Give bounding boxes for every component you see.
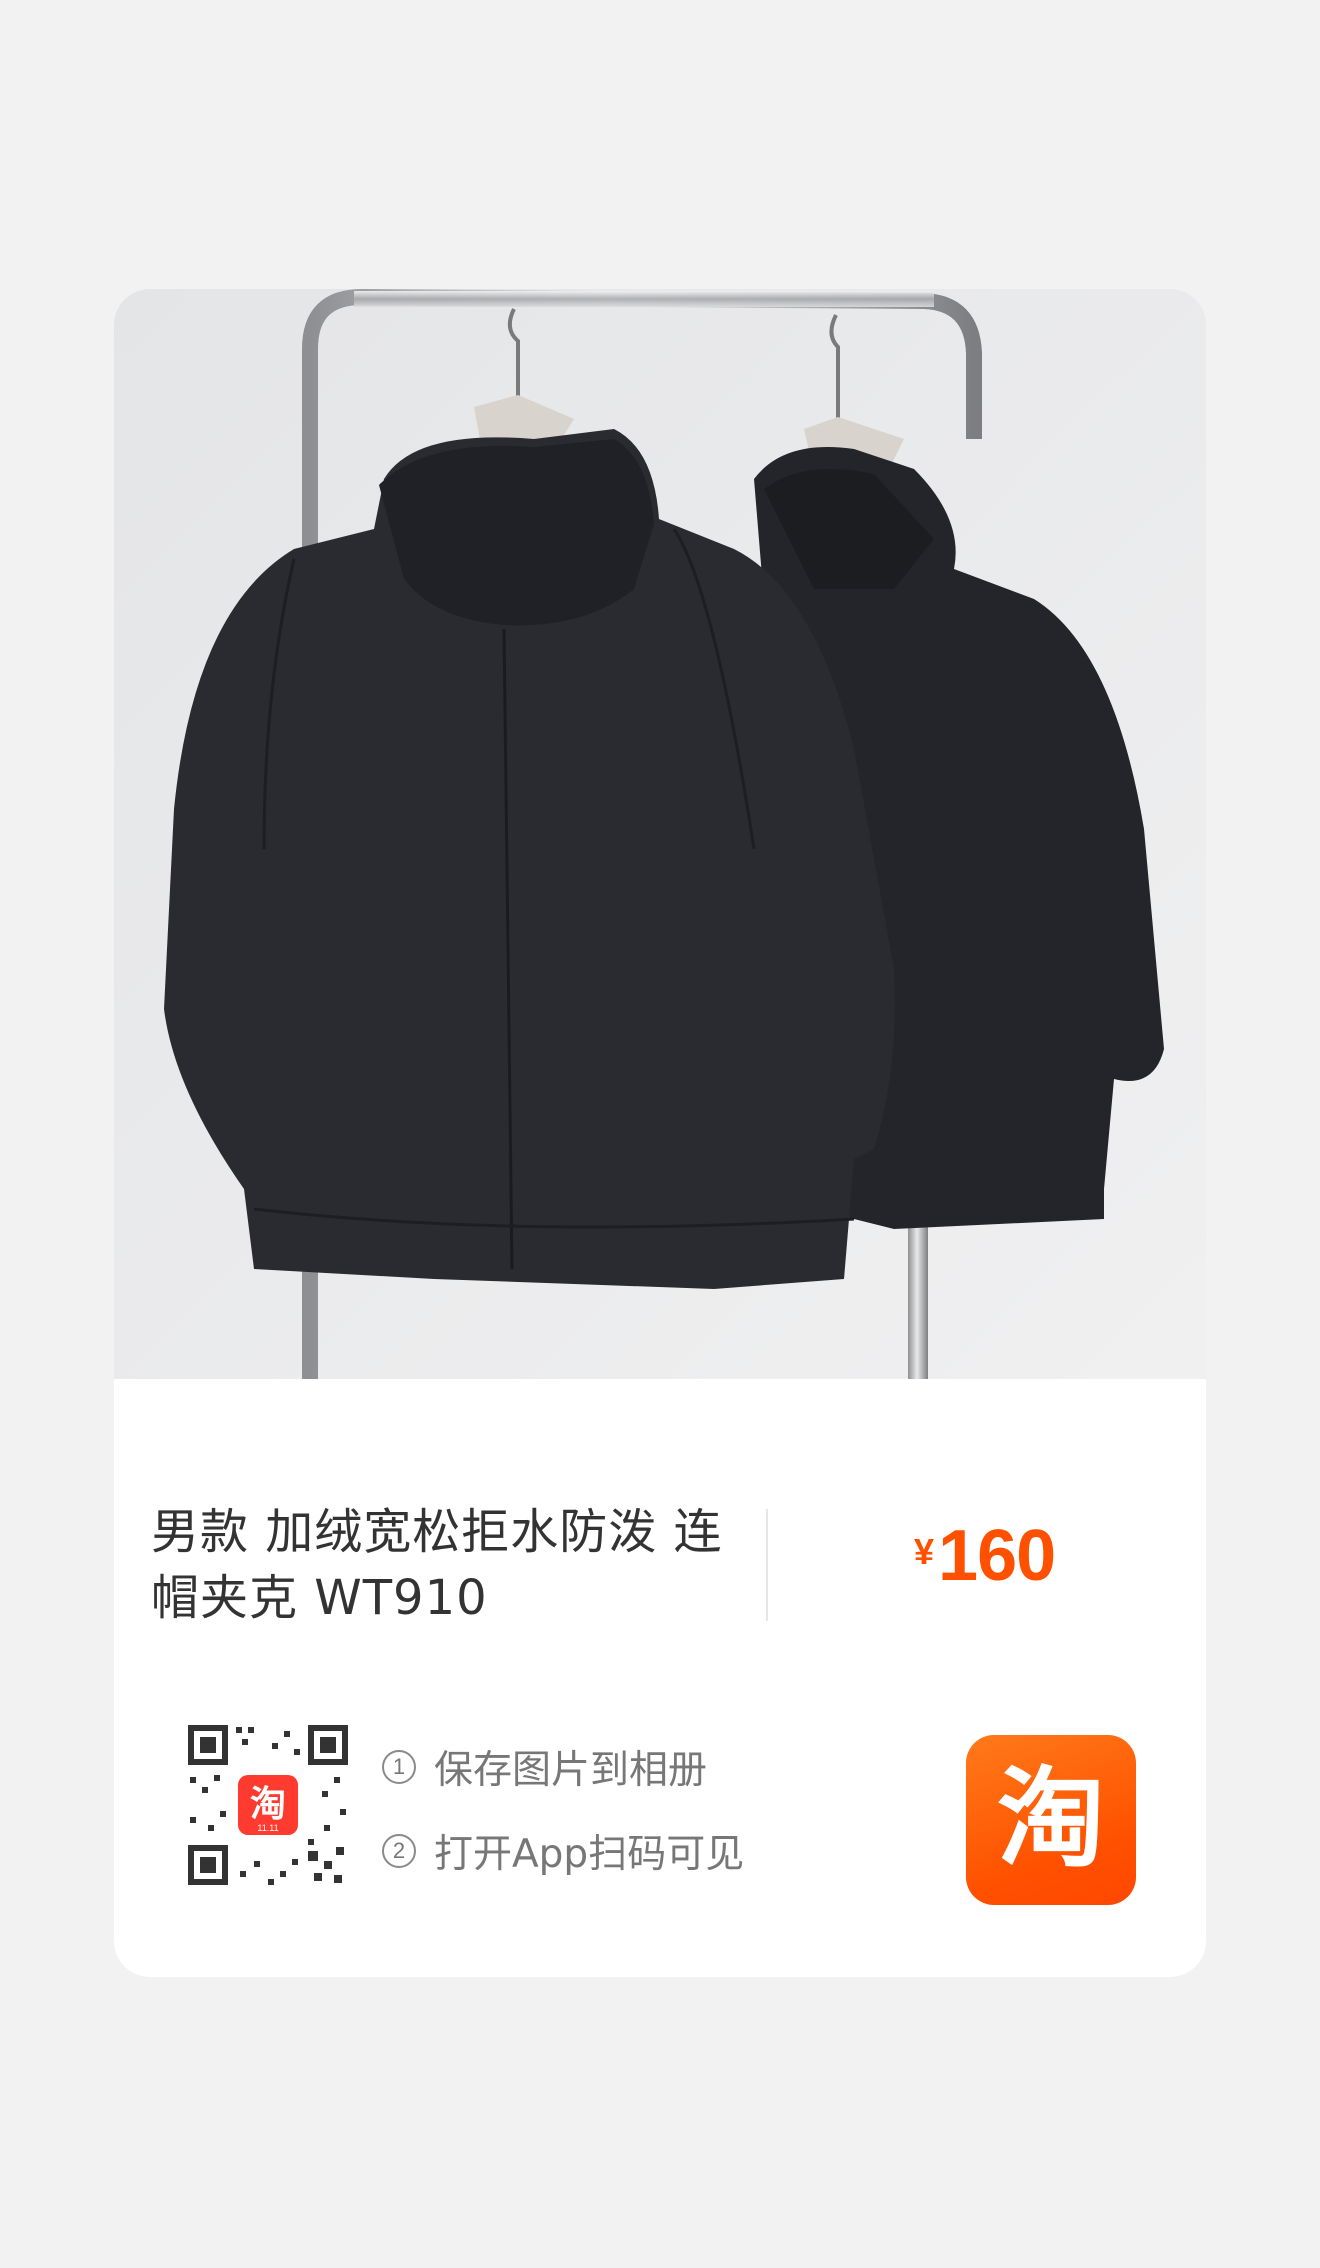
step-label: 打开App扫码可见 [434, 1832, 745, 1877]
product-title-line2: 帽夹克 WT910 [151, 1570, 488, 1626]
price-value: 160 [938, 1516, 1056, 1596]
product-photo [114, 289, 1206, 1379]
share-steps: 1 保存图片到相册 2 打开App扫码可见 [382, 1725, 744, 1893]
divider [766, 1509, 768, 1621]
qr-badge-glyph: 淘 [250, 1784, 286, 1825]
share-card: 男款 加绒宽松拒水防泼 连 帽夹克 WT910 ¥160 淘 11.11 1 保… [114, 289, 1206, 1977]
product-info: 男款 加绒宽松拒水防泼 连 帽夹克 WT910 ¥160 [114, 1379, 1206, 1699]
qr-code-icon: 淘 11.11 [184, 1721, 352, 1889]
step-open-app: 2 打开App扫码可见 [382, 1809, 744, 1893]
qr-badge-tag: 11.11 [257, 1823, 278, 1833]
step-number: 1 [382, 1750, 416, 1784]
step-label: 保存图片到相册 [434, 1748, 708, 1793]
share-footer: 淘 11.11 1 保存图片到相册 2 打开App扫码可见 淘 [114, 1699, 1206, 1977]
taobao-logo-icon[interactable]: 淘 [966, 1735, 1136, 1905]
product-title-line1: 男款 加绒宽松拒水防泼 连 [151, 1504, 723, 1560]
step-save-image: 1 保存图片到相册 [382, 1725, 744, 1809]
product-price: ¥160 [914, 1515, 1056, 1597]
product-title: 男款 加绒宽松拒水防泼 连 帽夹克 WT910 [151, 1499, 751, 1631]
currency-symbol: ¥ [914, 1531, 935, 1572]
step-number: 2 [382, 1834, 416, 1868]
